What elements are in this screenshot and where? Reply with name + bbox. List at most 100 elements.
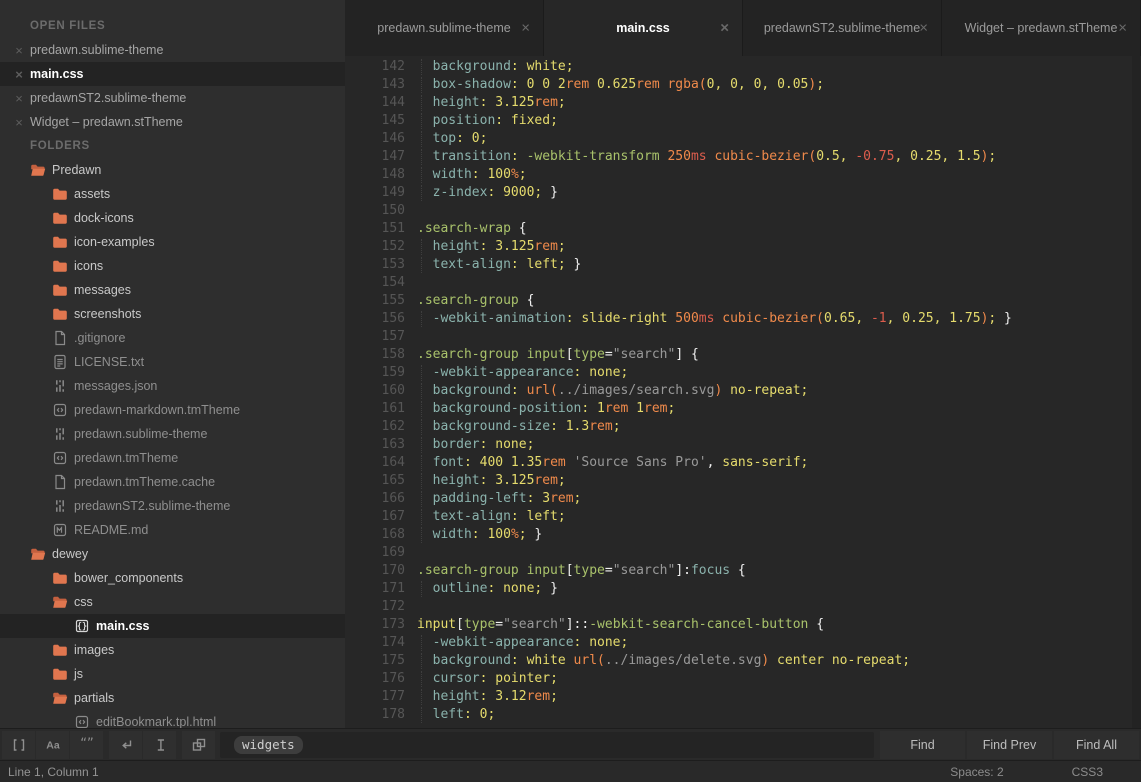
line-number: 142 bbox=[381, 59, 405, 74]
code-line-148[interactable]: 148 width: 100%; bbox=[345, 166, 1141, 184]
code-line-145[interactable]: 145 position: fixed; bbox=[345, 112, 1141, 130]
file-item-predawn-tmtheme[interactable]: predawn.tmTheme bbox=[0, 446, 345, 470]
tab-predawn-sublime-theme[interactable]: predawn.sublime-theme × bbox=[345, 0, 544, 56]
code-line-165[interactable]: 165 height: 3.125rem; bbox=[345, 472, 1141, 490]
close-icon[interactable]: × bbox=[9, 115, 29, 130]
code-line-177[interactable]: 177 height: 3.12rem; bbox=[345, 688, 1141, 706]
close-icon[interactable]: × bbox=[9, 67, 29, 82]
code-line-163[interactable]: 163 border: none; bbox=[345, 436, 1141, 454]
close-icon[interactable]: × bbox=[9, 43, 29, 58]
code-line-168[interactable]: 168 width: 100%; } bbox=[345, 526, 1141, 544]
highlight-matches-toggle[interactable] bbox=[182, 730, 215, 759]
file-item-gitignore[interactable]: .gitignore bbox=[0, 326, 345, 350]
open-file-predawnst2-sublime-theme[interactable]: × predawnST2.sublime-theme bbox=[0, 86, 345, 110]
file-item-predawn-markdown-tmtheme[interactable]: predawn-markdown.tmTheme bbox=[0, 398, 345, 422]
file-item-license-txt[interactable]: LICENSE.txt bbox=[0, 350, 345, 374]
code-line-147[interactable]: 147 transition: -webkit-transform 250ms … bbox=[345, 148, 1141, 166]
code-line-150[interactable]: 150 bbox=[345, 202, 1141, 220]
code-line-166[interactable]: 166 padding-left: 3rem; bbox=[345, 490, 1141, 508]
file-item-main-css[interactable]: {} main.css bbox=[0, 614, 345, 638]
code-line-156[interactable]: 156 -webkit-animation: slide-right 500ms… bbox=[345, 310, 1141, 328]
folder-item-dock-icons[interactable]: dock-icons bbox=[0, 206, 345, 230]
code-line-171[interactable]: 171 outline: none; } bbox=[345, 580, 1141, 598]
indent-guide bbox=[421, 77, 422, 93]
open-file-widget-predawn-sttheme[interactable]: × Widget – predawn.stTheme bbox=[0, 110, 345, 134]
code-line-149[interactable]: 149 z-index: 9000; } bbox=[345, 184, 1141, 202]
open-file-predawn-sublime-theme[interactable]: × predawn.sublime-theme bbox=[0, 38, 345, 62]
code-line-152[interactable]: 152 height: 3.125rem; bbox=[345, 238, 1141, 256]
case-sensitive-toggle[interactable]: Aa bbox=[36, 730, 69, 759]
find-bar: Aa “” widgets Find Find Prev Find All bbox=[0, 728, 1141, 760]
code-line-158[interactable]: 158 .search-group input[type="search"] { bbox=[345, 346, 1141, 364]
folder-item-dewey[interactable]: dewey bbox=[0, 542, 345, 566]
folder-item-images[interactable]: images bbox=[0, 638, 345, 662]
code-line-151[interactable]: 151 .search-wrap { bbox=[345, 220, 1141, 238]
in-selection-toggle[interactable] bbox=[143, 730, 176, 759]
indent-setting[interactable]: Spaces: 2 bbox=[950, 765, 1003, 779]
file-item-messages-json[interactable]: messages.json bbox=[0, 374, 345, 398]
indent-guide bbox=[421, 185, 422, 201]
code-line-160[interactable]: 160 background: url(../images/search.svg… bbox=[345, 382, 1141, 400]
open-file-main-css[interactable]: × main.css bbox=[0, 62, 345, 86]
code-line-161[interactable]: 161 background-position: 1rem 1rem; bbox=[345, 400, 1141, 418]
tab-widget-predawn-sttheme[interactable]: Widget – predawn.stTheme × bbox=[942, 0, 1141, 56]
file-item-predawnst2-sublime-theme[interactable]: predawnST2.sublime-theme bbox=[0, 494, 345, 518]
close-icon[interactable]: × bbox=[9, 91, 29, 106]
folder-item-partials[interactable]: partials bbox=[0, 686, 345, 710]
folder-item-messages[interactable]: messages bbox=[0, 278, 345, 302]
folder-item-bower-components[interactable]: bower_components bbox=[0, 566, 345, 590]
close-icon[interactable]: × bbox=[1118, 21, 1127, 36]
code-line-174[interactable]: 174 -webkit-appearance: none; bbox=[345, 634, 1141, 652]
code-line-175[interactable]: 175 background: white url(../images/dele… bbox=[345, 652, 1141, 670]
code-line-173[interactable]: 173 input[type="search"]::-webkit-search-… bbox=[345, 616, 1141, 634]
wrap-toggle[interactable] bbox=[109, 730, 142, 759]
regex-toggle[interactable] bbox=[2, 730, 35, 759]
code-line-144[interactable]: 144 height: 3.125rem; bbox=[345, 94, 1141, 112]
folder-item-screenshots[interactable]: screenshots bbox=[0, 302, 345, 326]
editor-scrollbar[interactable] bbox=[1132, 56, 1141, 728]
code-line-164[interactable]: 164 font: 400 1.35rem 'Source Sans Pro',… bbox=[345, 454, 1141, 472]
file-markdown-icon bbox=[52, 522, 68, 538]
close-icon[interactable]: × bbox=[720, 21, 729, 36]
code-line-178[interactable]: 178 left: 0; bbox=[345, 706, 1141, 724]
code-line-155[interactable]: 155 .search-group { bbox=[345, 292, 1141, 310]
file-item-editbookmark-tpl-html[interactable]: editBookmark.tpl.html bbox=[0, 710, 345, 728]
folder-item-predawn[interactable]: Predawn bbox=[0, 158, 345, 182]
code-line-162[interactable]: 162 background-size: 1.3rem; bbox=[345, 418, 1141, 436]
code-line-153[interactable]: 153 text-align: left; } bbox=[345, 256, 1141, 274]
tab-predawnst2-sublime-theme[interactable]: predawnST2.sublime-theme × bbox=[743, 0, 942, 56]
code-line-167[interactable]: 167 text-align: left; bbox=[345, 508, 1141, 526]
code-editor[interactable]: 142 background: white; 143 box-shadow: 0 … bbox=[345, 56, 1141, 728]
code-line-154[interactable]: 154 bbox=[345, 274, 1141, 292]
folder-item-js[interactable]: js bbox=[0, 662, 345, 686]
code-line-172[interactable]: 172 bbox=[345, 598, 1141, 616]
close-icon[interactable]: × bbox=[919, 21, 928, 36]
close-icon[interactable]: × bbox=[521, 21, 530, 36]
code-line-176[interactable]: 176 cursor: pointer; bbox=[345, 670, 1141, 688]
code-line-143[interactable]: 143 box-shadow: 0 0 2rem 0.625rem rgba(0… bbox=[345, 76, 1141, 94]
code-line-170[interactable]: 170 .search-group input[type="search"]:fo… bbox=[345, 562, 1141, 580]
folder-item-icons[interactable]: icons bbox=[0, 254, 345, 278]
syntax-mode[interactable]: CSS3 bbox=[1072, 765, 1103, 779]
file-item-predawn-sublime-theme[interactable]: predawn.sublime-theme bbox=[0, 422, 345, 446]
code-line-142[interactable]: 142 background: white; bbox=[345, 58, 1141, 76]
code-line-169[interactable]: 169 bbox=[345, 544, 1141, 562]
folder-icon bbox=[52, 282, 68, 298]
code-line-157[interactable]: 157 bbox=[345, 328, 1141, 346]
find-prev-button[interactable]: Find Prev bbox=[967, 730, 1052, 759]
code-line-146[interactable]: 146 top: 0; bbox=[345, 130, 1141, 148]
folder-icon bbox=[52, 642, 68, 658]
folder-item-css[interactable]: css bbox=[0, 590, 345, 614]
find-input[interactable]: widgets bbox=[220, 731, 874, 758]
find-all-button[interactable]: Find All bbox=[1054, 730, 1139, 759]
code-line-159[interactable]: 159 -webkit-appearance: none; bbox=[345, 364, 1141, 382]
line-number: 168 bbox=[381, 527, 405, 542]
find-button[interactable]: Find bbox=[880, 730, 965, 759]
file-item-predawn-tmtheme-cache[interactable]: predawn.tmTheme.cache bbox=[0, 470, 345, 494]
file-item-readme-md[interactable]: README.md bbox=[0, 518, 345, 542]
whole-word-toggle[interactable]: “” bbox=[70, 730, 103, 759]
folder-item-assets[interactable]: assets bbox=[0, 182, 345, 206]
tab-main-css[interactable]: main.css × bbox=[544, 0, 743, 56]
folder-item-icon-examples[interactable]: icon-examples bbox=[0, 230, 345, 254]
